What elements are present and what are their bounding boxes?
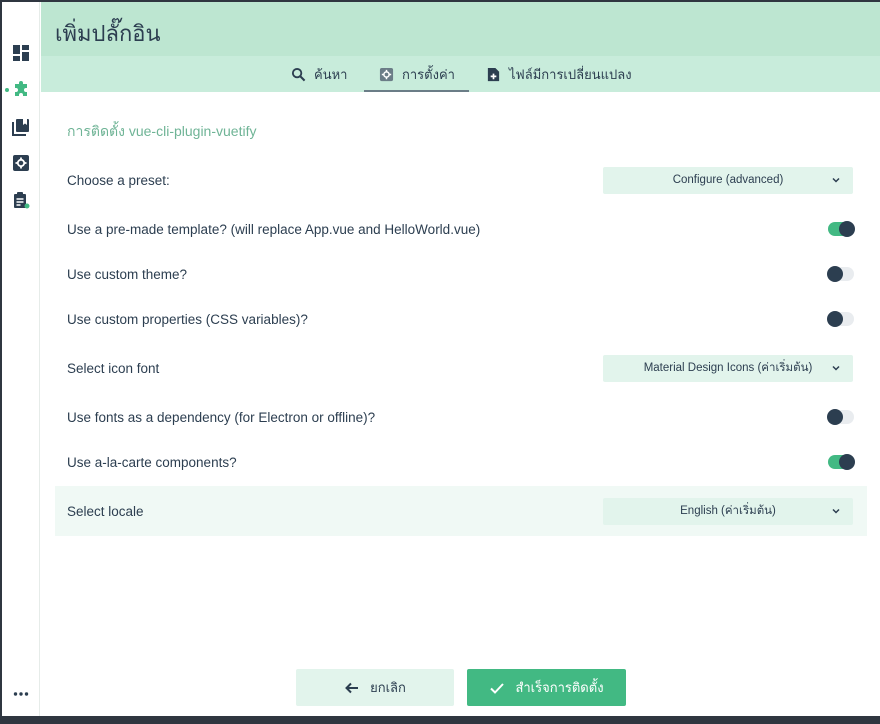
tabs-bar: ค้นหา การตั้งค่า ไฟล์มีการเปลี่ยนแปลง — [41, 56, 880, 92]
setting-row-preset: Choose a preset: Configure (advanced) — [55, 157, 867, 203]
fonts-dependency-toggle[interactable] — [827, 409, 854, 425]
finish-install-button[interactable]: สำเร็จการติดตั้ง — [467, 669, 626, 706]
custom-theme-toggle[interactable] — [827, 266, 854, 282]
setting-label: Choose a preset: — [67, 172, 170, 188]
toggle-knob — [839, 221, 855, 237]
sidebar-item-dashboard[interactable] — [2, 35, 40, 71]
sidebar-more-button[interactable] — [2, 676, 40, 712]
configuration-icon — [13, 155, 29, 171]
toggle-knob — [827, 311, 843, 327]
chevron-down-icon — [832, 365, 840, 371]
section-title: การติดตั้ง vue-cli-plugin-vuetify — [67, 123, 257, 139]
header: เพิ่มปลั๊กอิน ค้นหา การตั้งค่า ไฟล์มีการ… — [41, 2, 880, 92]
template-toggle[interactable] — [828, 221, 855, 237]
toggle-knob — [827, 409, 843, 425]
dashboard-icon — [13, 45, 29, 61]
plugins-icon — [15, 81, 27, 96]
sidebar-item-tasks[interactable] — [2, 182, 40, 218]
setting-row-icon-font: Select icon font Material Design Icons (… — [55, 345, 867, 391]
tasks-icon — [14, 192, 30, 209]
chevron-down-icon — [832, 177, 840, 183]
setting-label: Select icon font — [67, 360, 160, 376]
custom-properties-toggle[interactable] — [827, 311, 854, 327]
sidebar — [2, 2, 40, 716]
search-icon — [291, 67, 306, 81]
icon-font-select-value: Material Design Icons (ค่าเริ่มต้น) — [643, 362, 813, 374]
setting-label: Use a-la-carte components? — [67, 454, 237, 470]
page-title: เพิ่มปลั๊กอิน — [55, 21, 161, 46]
locale-select[interactable]: English (ค่าเริ่มต้น) — [603, 497, 853, 525]
tab-search-label: ค้นหา — [314, 66, 348, 82]
setting-row-custom-properties: Use custom properties (CSS variables)? — [55, 296, 867, 342]
setting-label: Use fonts as a dependency (for Electron … — [67, 409, 376, 425]
tab-file-changes-label: ไฟล์มีการเปลี่ยนแปลง — [509, 66, 632, 82]
cancel-button[interactable]: ยกเลิก — [296, 669, 454, 706]
file-changes-icon — [487, 67, 500, 81]
sidebar-item-dependencies[interactable] — [2, 109, 40, 145]
setting-row-a-la-carte: Use a-la-carte components? — [55, 439, 867, 485]
settings-icon — [379, 67, 394, 81]
finish-install-button-label: สำเร็จการติดตั้ง — [515, 680, 604, 695]
setting-row-template: Use a pre-made template? (will replace A… — [55, 206, 867, 252]
setting-label: Use custom theme? — [67, 266, 188, 282]
setting-label: Use a pre-made template? (will replace A… — [67, 221, 481, 237]
setting-label: Select locale — [67, 503, 144, 519]
tab-settings-label: การตั้งค่า — [402, 66, 455, 82]
dependencies-icon — [12, 119, 29, 136]
arrow-left-icon — [345, 682, 359, 693]
cancel-button-label: ยกเลิก — [370, 680, 406, 695]
tab-search[interactable]: ค้นหา — [291, 56, 347, 92]
preset-select[interactable]: Configure (advanced) — [603, 166, 853, 194]
preset-select-value: Configure (advanced) — [672, 174, 784, 186]
setting-row-locale: Select locale English (ค่าเริ่มต้น) — [55, 486, 867, 536]
more-icon — [13, 692, 29, 696]
toggle-knob — [839, 454, 855, 470]
icon-font-select[interactable]: Material Design Icons (ค่าเริ่มต้น) — [603, 354, 853, 382]
setting-row-fonts-dependency: Use fonts as a dependency (for Electron … — [55, 394, 867, 440]
chevron-down-icon — [832, 508, 840, 514]
window-frame-bottom — [0, 716, 880, 724]
tab-settings[interactable]: การตั้งค่า — [364, 56, 469, 92]
check-icon — [490, 682, 505, 694]
sidebar-item-plugins[interactable] — [2, 72, 40, 108]
sidebar-item-configuration[interactable] — [2, 145, 40, 181]
setting-label: Use custom properties (CSS variables)? — [67, 311, 308, 327]
a-la-carte-toggle[interactable] — [828, 454, 855, 470]
locale-select-value: English (ค่าเริ่มต้น) — [680, 505, 776, 517]
tab-file-changes[interactable]: ไฟล์มีการเปลี่ยนแปลง — [486, 56, 632, 92]
setting-row-custom-theme: Use custom theme? — [55, 251, 867, 297]
toggle-knob — [827, 266, 843, 282]
